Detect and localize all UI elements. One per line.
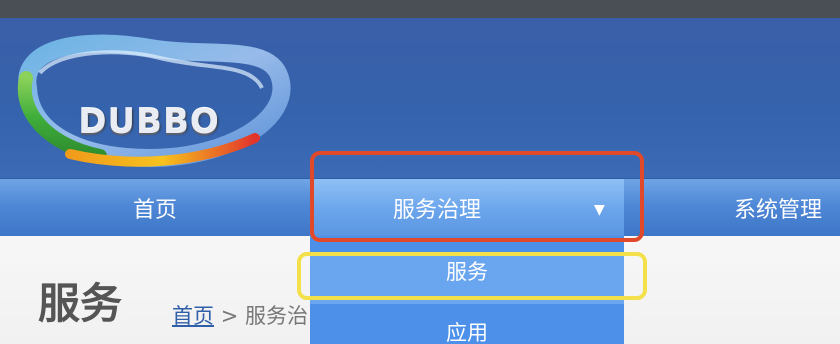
highlight-red-box [310, 151, 644, 242]
nav-item-system-management-label: 系统管理 [734, 198, 823, 223]
page-title: 服务 [38, 279, 123, 328]
nav-item-system-management[interactable]: 系统管理 [700, 179, 840, 237]
top-strip [0, 0, 840, 18]
breadcrumb: 首页 > 服务治 [172, 300, 308, 330]
breadcrumb-separator: > [220, 304, 239, 328]
nav-item-home-label: 首页 [132, 198, 177, 223]
logo-text: DUBBO [78, 102, 220, 142]
logo-swirl-icon [17, 34, 291, 168]
breadcrumb-home-link[interactable]: 首页 [172, 304, 214, 328]
dropdown-item-applications[interactable]: 应用 [310, 316, 624, 344]
dropdown-item-applications-label: 应用 [446, 321, 488, 344]
highlight-yellow-box [297, 252, 647, 300]
breadcrumb-current: 服务治 [244, 304, 308, 328]
nav-item-home[interactable]: 首页 [60, 179, 250, 237]
dubbo-logo[interactable]: DUBBO [0, 18, 300, 178]
